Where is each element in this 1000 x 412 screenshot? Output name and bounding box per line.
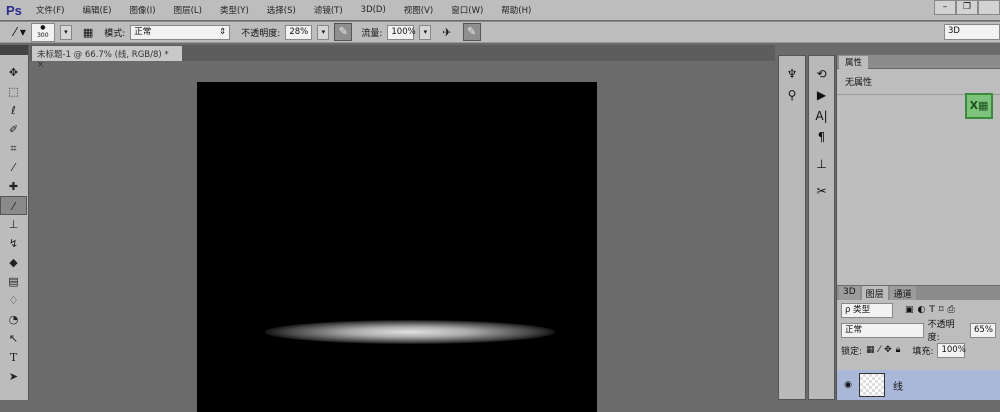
marquee-tool-icon[interactable]: ⬚: [0, 82, 27, 101]
tab-properties[interactable]: 属性: [839, 56, 869, 69]
document-title: 未标题-1 @ 66.7% (线, RGB/8) *: [37, 50, 169, 60]
excel-icon: X▦: [965, 93, 993, 119]
panel-dock-collapsed-2: ⟲ ▶ A| ¶ ⊥ ✂: [808, 55, 835, 400]
visibility-eye-icon[interactable]: ◉: [837, 380, 859, 390]
restore-button[interactable]: ❐: [956, 0, 978, 15]
filter-pixel-icon[interactable]: ▣: [905, 305, 914, 315]
menu-select[interactable]: 选择(S): [267, 4, 296, 16]
workspace-select[interactable]: 3D: [944, 24, 1000, 40]
panel-dock-collapsed-1: ♆ ⚲: [778, 55, 806, 400]
pen-tool-icon[interactable]: ↖: [0, 329, 27, 348]
pressure-opacity-icon[interactable]: ✎: [334, 23, 353, 41]
menu-edit[interactable]: 编辑(E): [82, 4, 111, 16]
filter-type-icon[interactable]: T: [929, 305, 935, 315]
menu-file[interactable]: 文件(F): [36, 4, 65, 16]
tools-panel: ✥ ⬚ ℓ ✐ ⌗ ⁄ ✚ ⁄ ⊥ ↯ ◆ ▤ ♢ ◔ ↖ T ➤: [0, 45, 29, 400]
panel-header: [0, 45, 28, 55]
opacity-input[interactable]: 28%: [285, 24, 313, 40]
tab-channels[interactable]: 通道: [889, 286, 916, 300]
mode-label: 模式:: [104, 28, 126, 39]
options-bar: ⁄ ▾ ● 300 ▾ ▦ 模式: 正常 ⇕ 不透明度: 28% ▾ ✎ 流量: 1…: [0, 21, 1000, 43]
lasso-tool-icon[interactable]: ℓ: [0, 101, 27, 120]
menu-view[interactable]: 视图(V): [404, 4, 433, 16]
layer-opacity-input[interactable]: 65%: [970, 322, 996, 338]
filter-smart-object-icon[interactable]: ⎙: [948, 305, 955, 315]
flow-label: 流量:: [361, 28, 383, 39]
properties-content: 无属性: [837, 69, 1000, 95]
crop-tool-icon[interactable]: ⌗: [0, 139, 27, 158]
layer-row[interactable]: ◉ 线: [837, 370, 1000, 400]
lock-position-icon[interactable]: ✥: [884, 345, 892, 355]
filter-adjustment-icon[interactable]: ◐: [918, 305, 926, 315]
menu-filter[interactable]: 滤镜(T): [314, 4, 343, 16]
pressure-size-icon[interactable]: ✎: [462, 23, 481, 41]
opacity-dropdown[interactable]: ▾: [317, 24, 330, 40]
fill-input[interactable]: 100%: [937, 342, 966, 358]
history-brush-tool-icon[interactable]: ↯: [0, 234, 27, 253]
photoshop-logo: Ps: [6, 2, 22, 18]
layer-name[interactable]: 线: [893, 378, 903, 393]
layer-opacity-label: 不透明度:: [927, 320, 955, 343]
menu-image[interactable]: 图像(I): [129, 4, 155, 16]
brush-size: 300: [37, 31, 49, 39]
blur-tool-icon[interactable]: ♢: [0, 291, 27, 310]
tab-3d[interactable]: 3D: [839, 286, 860, 300]
brush-preset-picker[interactable]: ● 300: [30, 22, 55, 42]
lock-transparent-icon[interactable]: ▦: [866, 345, 875, 355]
layer-filter-select[interactable]: ρ 类型: [841, 302, 893, 318]
blend-mode-select[interactable]: 正常: [841, 322, 924, 338]
brush-presets-icon[interactable]: ♆: [779, 64, 805, 85]
actions-play-icon[interactable]: ▶: [809, 85, 834, 106]
healing-tool-icon[interactable]: ✚: [0, 177, 27, 196]
opacity-label: 不透明度:: [241, 28, 281, 39]
stamp-tool-icon[interactable]: ⊥: [0, 215, 27, 234]
dodge-tool-icon[interactable]: ◔: [0, 310, 27, 329]
paragraph-icon[interactable]: ¶: [809, 127, 834, 148]
mode-value: 正常: [134, 26, 152, 37]
menu-bar: Ps 文件(F) 编辑(E) 图像(I) 图层(L) 类型(Y) 选择(S) 滤…: [0, 0, 1000, 20]
document-canvas[interactable]: [197, 82, 597, 412]
close-button[interactable]: [978, 0, 1000, 15]
filter-shape-icon[interactable]: ⌑: [939, 305, 944, 315]
type-tool-icon[interactable]: T: [0, 348, 27, 367]
menu-window[interactable]: 窗口(W): [451, 4, 483, 16]
layers-panel: 3D 图层 通道 ρ 类型 ▣ ◐ T ⌑ ⎙ 正常 不透明度: 65% 锁定:…: [836, 286, 1000, 400]
menu-help[interactable]: 帮助(H): [501, 4, 531, 16]
eraser-tool-icon[interactable]: ◆: [0, 253, 27, 272]
brush-tool-icon[interactable]: ⁄ ▾: [14, 25, 26, 39]
airbrush-icon[interactable]: ✈: [442, 26, 451, 39]
lock-all-icon[interactable]: 🔒︎: [896, 345, 901, 355]
properties-panel: 属性 无属性 X▦: [836, 55, 1000, 285]
character-icon[interactable]: A|: [809, 106, 834, 127]
tools-presets-icon[interactable]: ✂: [809, 181, 834, 202]
path-select-tool-icon[interactable]: ➤: [0, 367, 27, 386]
brush-panel-toggle-icon[interactable]: ▦: [83, 26, 93, 39]
move-tool-icon[interactable]: ✥: [0, 63, 27, 82]
mode-select[interactable]: 正常 ⇕: [130, 24, 231, 40]
gradient-tool-icon[interactable]: ▤: [0, 272, 27, 291]
window-controls: – ❐: [934, 0, 1000, 15]
lock-label: 锁定:: [841, 346, 863, 357]
lock-paint-icon[interactable]: ⁄: [879, 345, 881, 355]
flow-input[interactable]: 100%: [387, 24, 416, 40]
menu-layer[interactable]: 图层(L): [174, 4, 202, 16]
flow-dropdown[interactable]: ▾: [419, 24, 432, 40]
eyedropper-tool-icon[interactable]: ⁄: [0, 158, 27, 177]
clone-source-icon[interactable]: ⊥: [809, 154, 834, 175]
document-tab[interactable]: 未标题-1 @ 66.7% (线, RGB/8) * ×: [32, 46, 182, 70]
history-icon[interactable]: ⟲: [809, 64, 834, 85]
tab-layers[interactable]: 图层: [861, 286, 888, 300]
close-tab-icon[interactable]: ×: [37, 60, 44, 70]
menu-3d[interactable]: 3D(D): [361, 5, 386, 15]
menu-type[interactable]: 类型(Y): [220, 4, 249, 16]
layer-thumbnail: [859, 373, 885, 397]
light-glow-stroke: [265, 320, 555, 344]
brush-preset-dropdown[interactable]: ▾: [59, 24, 72, 40]
fill-label: 填充:: [912, 346, 934, 357]
brush-tool-icon[interactable]: ⁄: [0, 196, 27, 215]
minimize-button[interactable]: –: [934, 0, 956, 15]
brush-settings-icon[interactable]: ⚲: [779, 85, 805, 106]
quick-select-tool-icon[interactable]: ✐: [0, 120, 27, 139]
